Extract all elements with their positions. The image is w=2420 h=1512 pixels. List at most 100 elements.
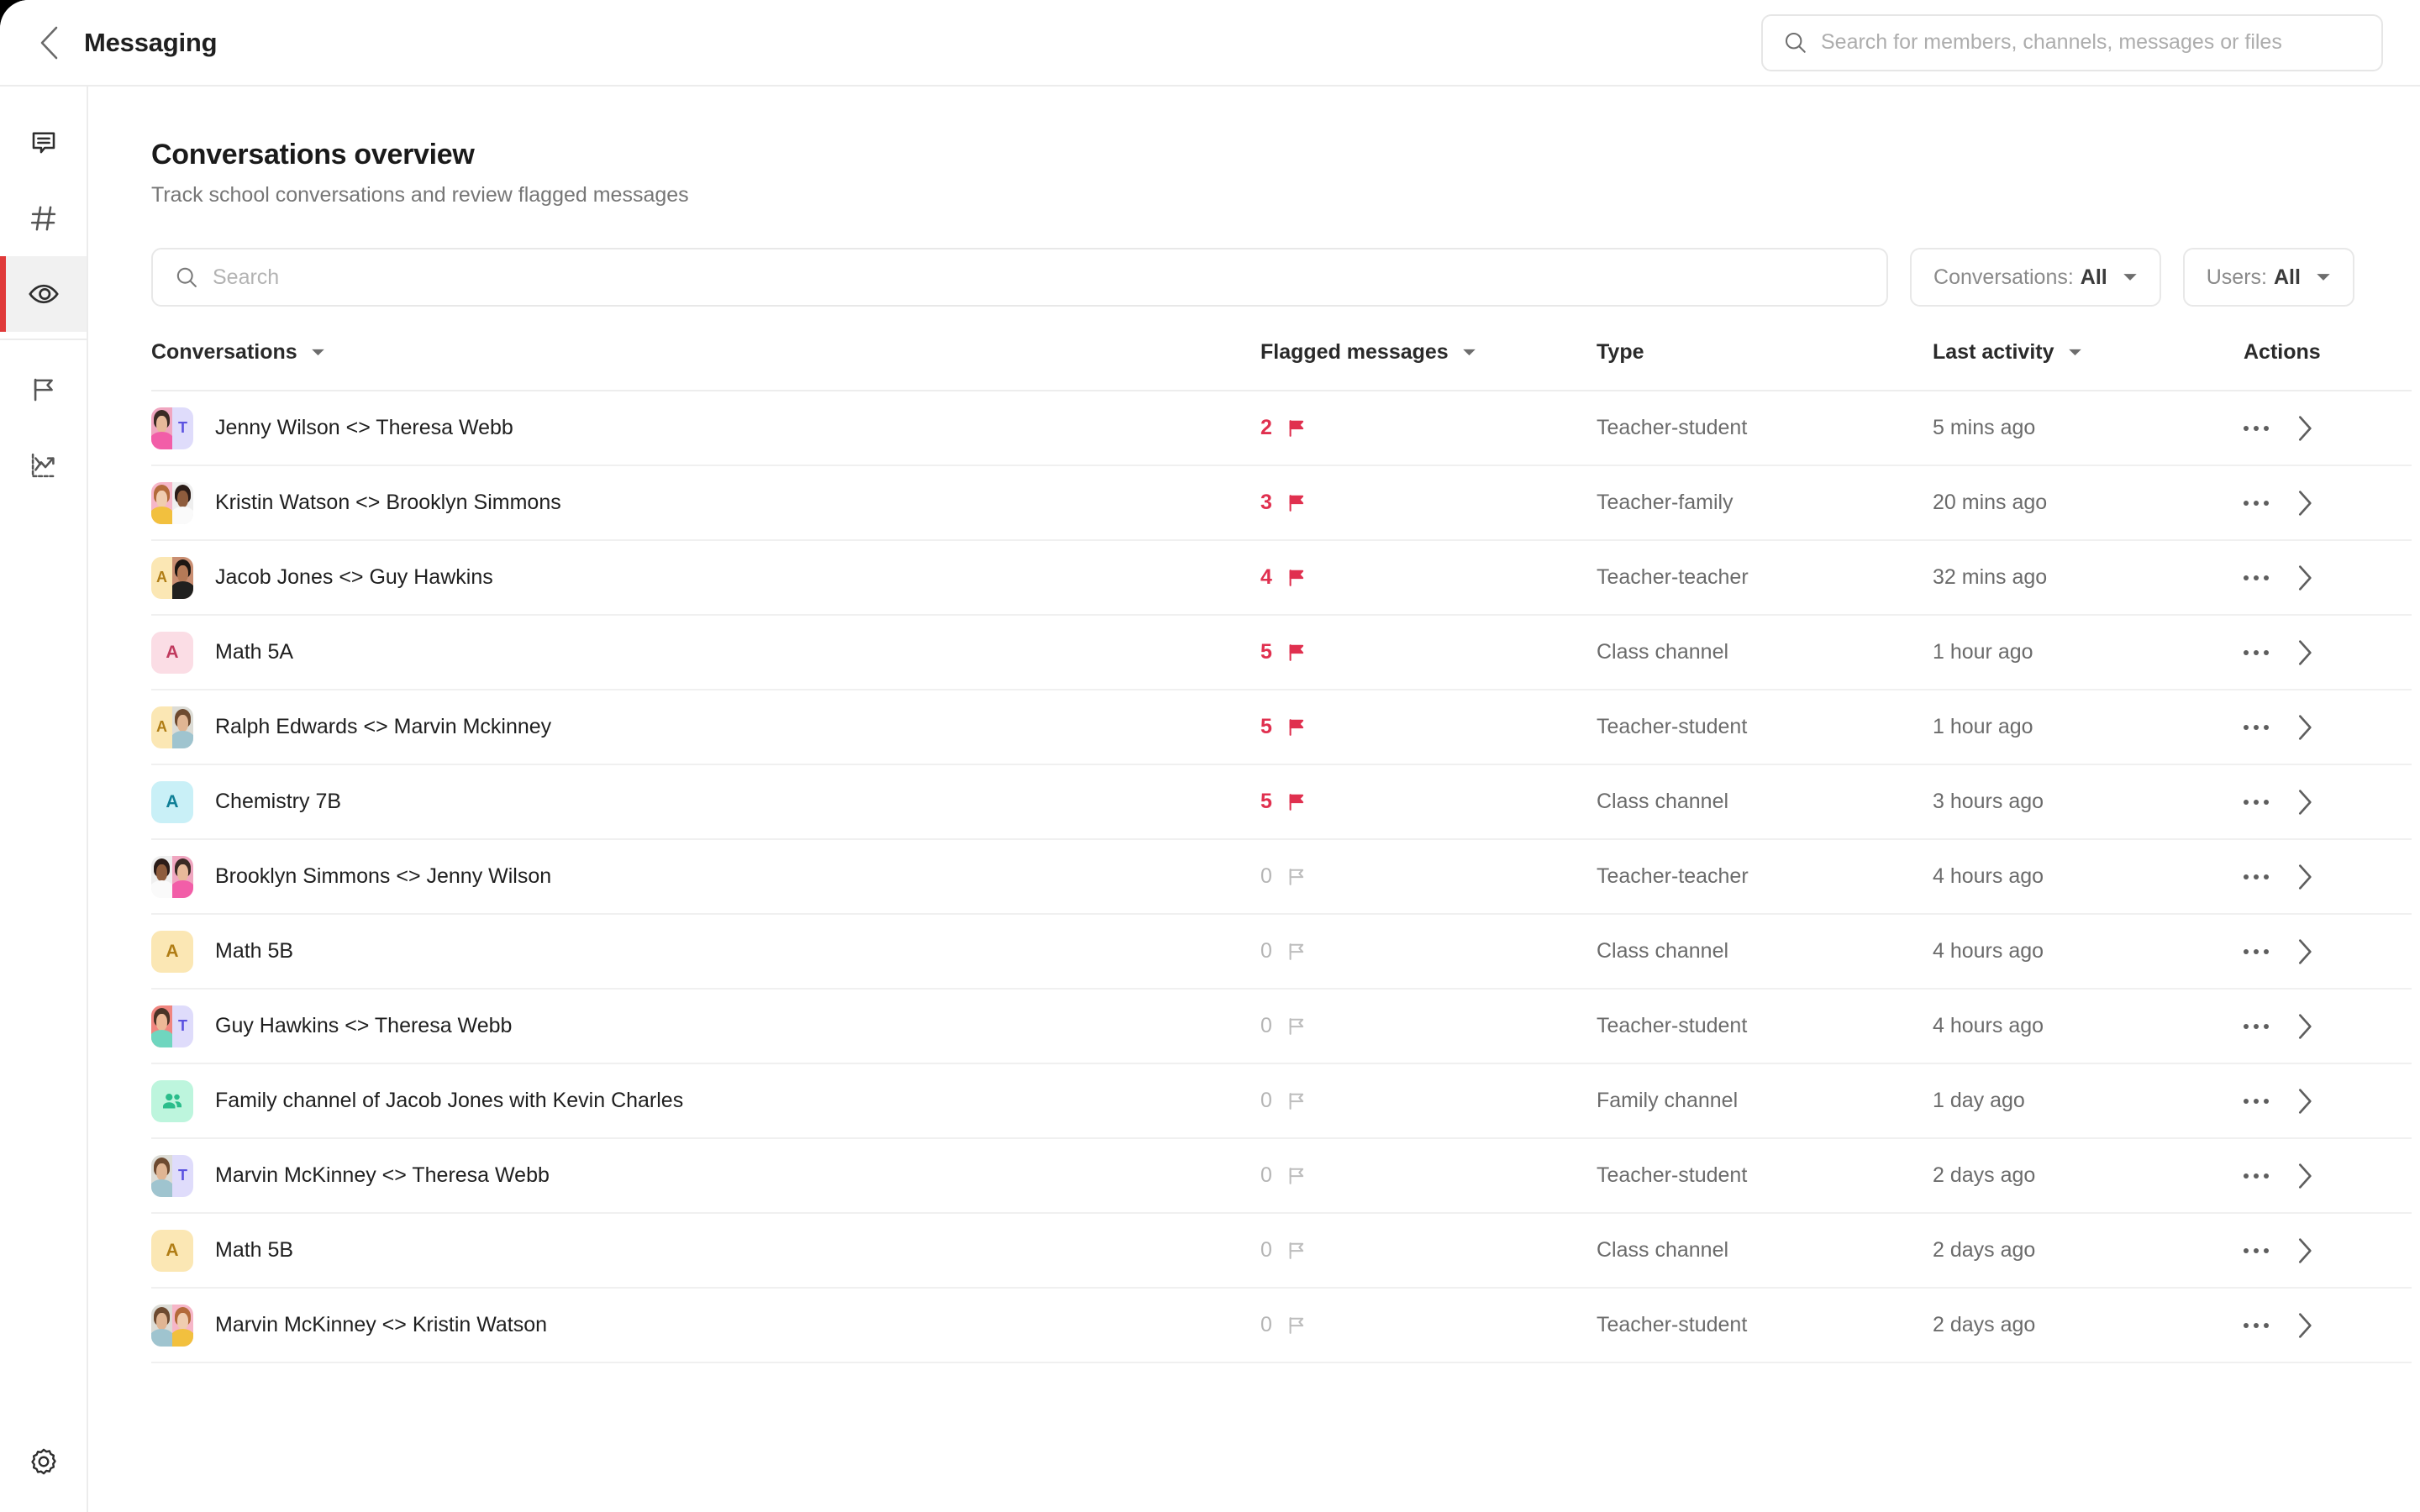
open-conversation-button[interactable] <box>2297 1163 2314 1189</box>
open-conversation-button[interactable] <box>2297 938 2314 965</box>
open-conversation-button[interactable] <box>2297 714 2314 741</box>
cell-conversation: A Math 5A <box>151 615 1260 690</box>
flagged-count: 5 <box>1260 715 1272 738</box>
flagged-count: 0 <box>1260 1313 1272 1336</box>
ellipsis-icon[interactable] <box>2244 799 2269 805</box>
open-conversation-button[interactable] <box>2297 564 2314 591</box>
filter-conversations[interactable]: Conversations: All <box>1910 248 2161 307</box>
chevron-right-icon <box>2298 864 2312 890</box>
flagged-count: 2 <box>1260 416 1272 439</box>
avatar <box>151 481 193 524</box>
cell-flagged-messages: 2 <box>1260 391 1597 466</box>
ellipsis-icon[interactable] <box>2244 500 2269 506</box>
sidebar-item-oversight[interactable] <box>0 256 87 332</box>
table-row[interactable]: Kristin Watson <> Brooklyn Simmons 3 Teach… <box>151 465 2412 541</box>
column-header-last-activity-label: Last activity <box>1933 340 2054 364</box>
open-conversation-button[interactable] <box>2297 490 2314 517</box>
cell-actions <box>2244 690 2412 765</box>
table-row[interactable]: T Guy Hawkins <> Theresa Webb 0 Teacher-stu… <box>151 989 2412 1064</box>
cell-last-activity: 2 days ago <box>1933 1213 2244 1289</box>
filter-users-label: Users: <box>2206 265 2267 289</box>
conversation-name: Chemistry 7B <box>215 790 342 813</box>
table-row[interactable]: Brooklyn Simmons <> Jenny Wilson 0 Teacher… <box>151 839 2412 915</box>
search-input[interactable] <box>213 265 1865 290</box>
flag-filled-icon <box>1289 643 1304 661</box>
ellipsis-icon[interactable] <box>2244 1322 2269 1328</box>
cell-last-activity: 3 hours ago <box>1933 764 2244 840</box>
ellipsis-icon[interactable] <box>2244 724 2269 730</box>
column-header-conversations[interactable]: Conversations <box>151 340 1260 391</box>
table-row[interactable]: T Marvin McKinney <> Theresa Webb 0 Teacher… <box>151 1138 2412 1214</box>
open-conversation-button[interactable] <box>2297 639 2314 666</box>
flag-filled-icon <box>1289 793 1304 811</box>
sidebar-item-channels[interactable] <box>0 181 87 256</box>
avatar-initial: T <box>172 1005 193 1047</box>
column-header-flagged-messages[interactable]: Flagged messages <box>1260 340 1597 391</box>
table-row[interactable]: A Ralph Edwards <> Marvin Mckinney 5 Teache… <box>151 690 2412 765</box>
open-conversation-button[interactable] <box>2297 1088 2314 1115</box>
ellipsis-icon[interactable] <box>2244 874 2269 879</box>
table-row[interactable]: A Jacob Jones <> Guy Hawkins 4 Teacher-teac… <box>151 540 2412 616</box>
ellipsis-icon[interactable] <box>2244 1023 2269 1029</box>
chevron-right-icon <box>2298 639 2312 665</box>
ellipsis-icon[interactable] <box>2244 425 2269 431</box>
cell-conversation: Kristin Watson <> Brooklyn Simmons <box>151 465 1260 541</box>
flagged-count: 0 <box>1260 1163 1272 1187</box>
avatar <box>151 1079 193 1122</box>
flagged-count: 4 <box>1260 565 1272 589</box>
ellipsis-icon[interactable] <box>2244 575 2269 580</box>
cell-type: Class channel <box>1597 615 1933 690</box>
back-button[interactable] <box>25 19 72 66</box>
people-icon <box>163 1093 182 1108</box>
cell-flagged-messages: 3 <box>1260 465 1597 541</box>
table-row[interactable]: T Jenny Wilson <> Theresa Webb 2 Teacher-st… <box>151 391 2412 466</box>
table-row[interactable]: A Math 5B 0 Class channel 2 days ago <box>151 1213 2412 1289</box>
flag-filled-icon <box>1289 419 1304 437</box>
open-conversation-button[interactable] <box>2297 1013 2314 1040</box>
column-header-last-activity[interactable]: Last activity <box>1933 340 2244 391</box>
avatar: T <box>151 1005 193 1047</box>
table-row[interactable]: A Math 5A 5 Class channel 1 hour ago <box>151 615 2412 690</box>
avatar: A <box>151 706 193 748</box>
open-conversation-button[interactable] <box>2297 864 2314 890</box>
open-conversation-button[interactable] <box>2297 789 2314 816</box>
filter-users[interactable]: Users: All <box>2182 248 2354 307</box>
sidebar-item-analytics[interactable] <box>0 428 87 503</box>
cell-conversation: A Math 5B <box>151 1213 1260 1289</box>
cell-type: Teacher-student <box>1597 690 1933 765</box>
ellipsis-icon[interactable] <box>2244 1173 2269 1179</box>
table-row[interactable]: A Math 5B 0 Class channel 4 hours ago <box>151 914 2412 990</box>
ellipsis-icon[interactable] <box>2244 948 2269 954</box>
cell-actions <box>2244 989 2412 1064</box>
cell-actions <box>2244 1288 2412 1363</box>
search-input-wrapper[interactable] <box>151 248 1889 307</box>
ellipsis-icon[interactable] <box>2244 649 2269 655</box>
avatar: A <box>151 556 193 599</box>
table-row[interactable]: A Chemistry 7B 5 Class channel 3 hours ago <box>151 764 2412 840</box>
page-subtitle: Track school conversations and review fl… <box>151 183 689 207</box>
table-row[interactable]: Family channel of Jacob Jones with Kevin… <box>151 1063 2412 1139</box>
sidebar-item-messages[interactable] <box>0 105 87 181</box>
sidebar-item-flagged[interactable] <box>0 352 87 428</box>
chevron-right-icon <box>2298 1237 2312 1263</box>
open-conversation-button[interactable] <box>2297 1312 2314 1339</box>
flagged-count: 0 <box>1260 1089 1272 1112</box>
ellipsis-icon[interactable] <box>2244 1098 2269 1104</box>
ellipsis-icon[interactable] <box>2244 1247 2269 1253</box>
avatar-photo <box>151 1005 172 1047</box>
cell-type: Teacher-teacher <box>1597 839 1933 915</box>
table-row[interactable]: Marvin McKinney <> Kristin Watson 0 Teache… <box>151 1288 2412 1363</box>
flagged-count: 5 <box>1260 640 1272 664</box>
open-conversation-button[interactable] <box>2297 415 2314 442</box>
table-head: Conversations Flagged messages Type Last… <box>151 340 2412 391</box>
chevron-right-icon <box>2298 490 2312 516</box>
global-search-input[interactable] <box>1821 30 2361 55</box>
flag-outline-icon <box>1289 1316 1304 1334</box>
flag-filled-icon <box>1289 494 1304 512</box>
flagged-count: 3 <box>1260 491 1272 514</box>
global-search[interactable] <box>1761 13 2383 71</box>
sidebar-item-settings[interactable] <box>0 1411 87 1512</box>
open-conversation-button[interactable] <box>2297 1237 2314 1264</box>
chevron-right-icon <box>2298 415 2312 441</box>
cell-actions <box>2244 1063 2412 1139</box>
